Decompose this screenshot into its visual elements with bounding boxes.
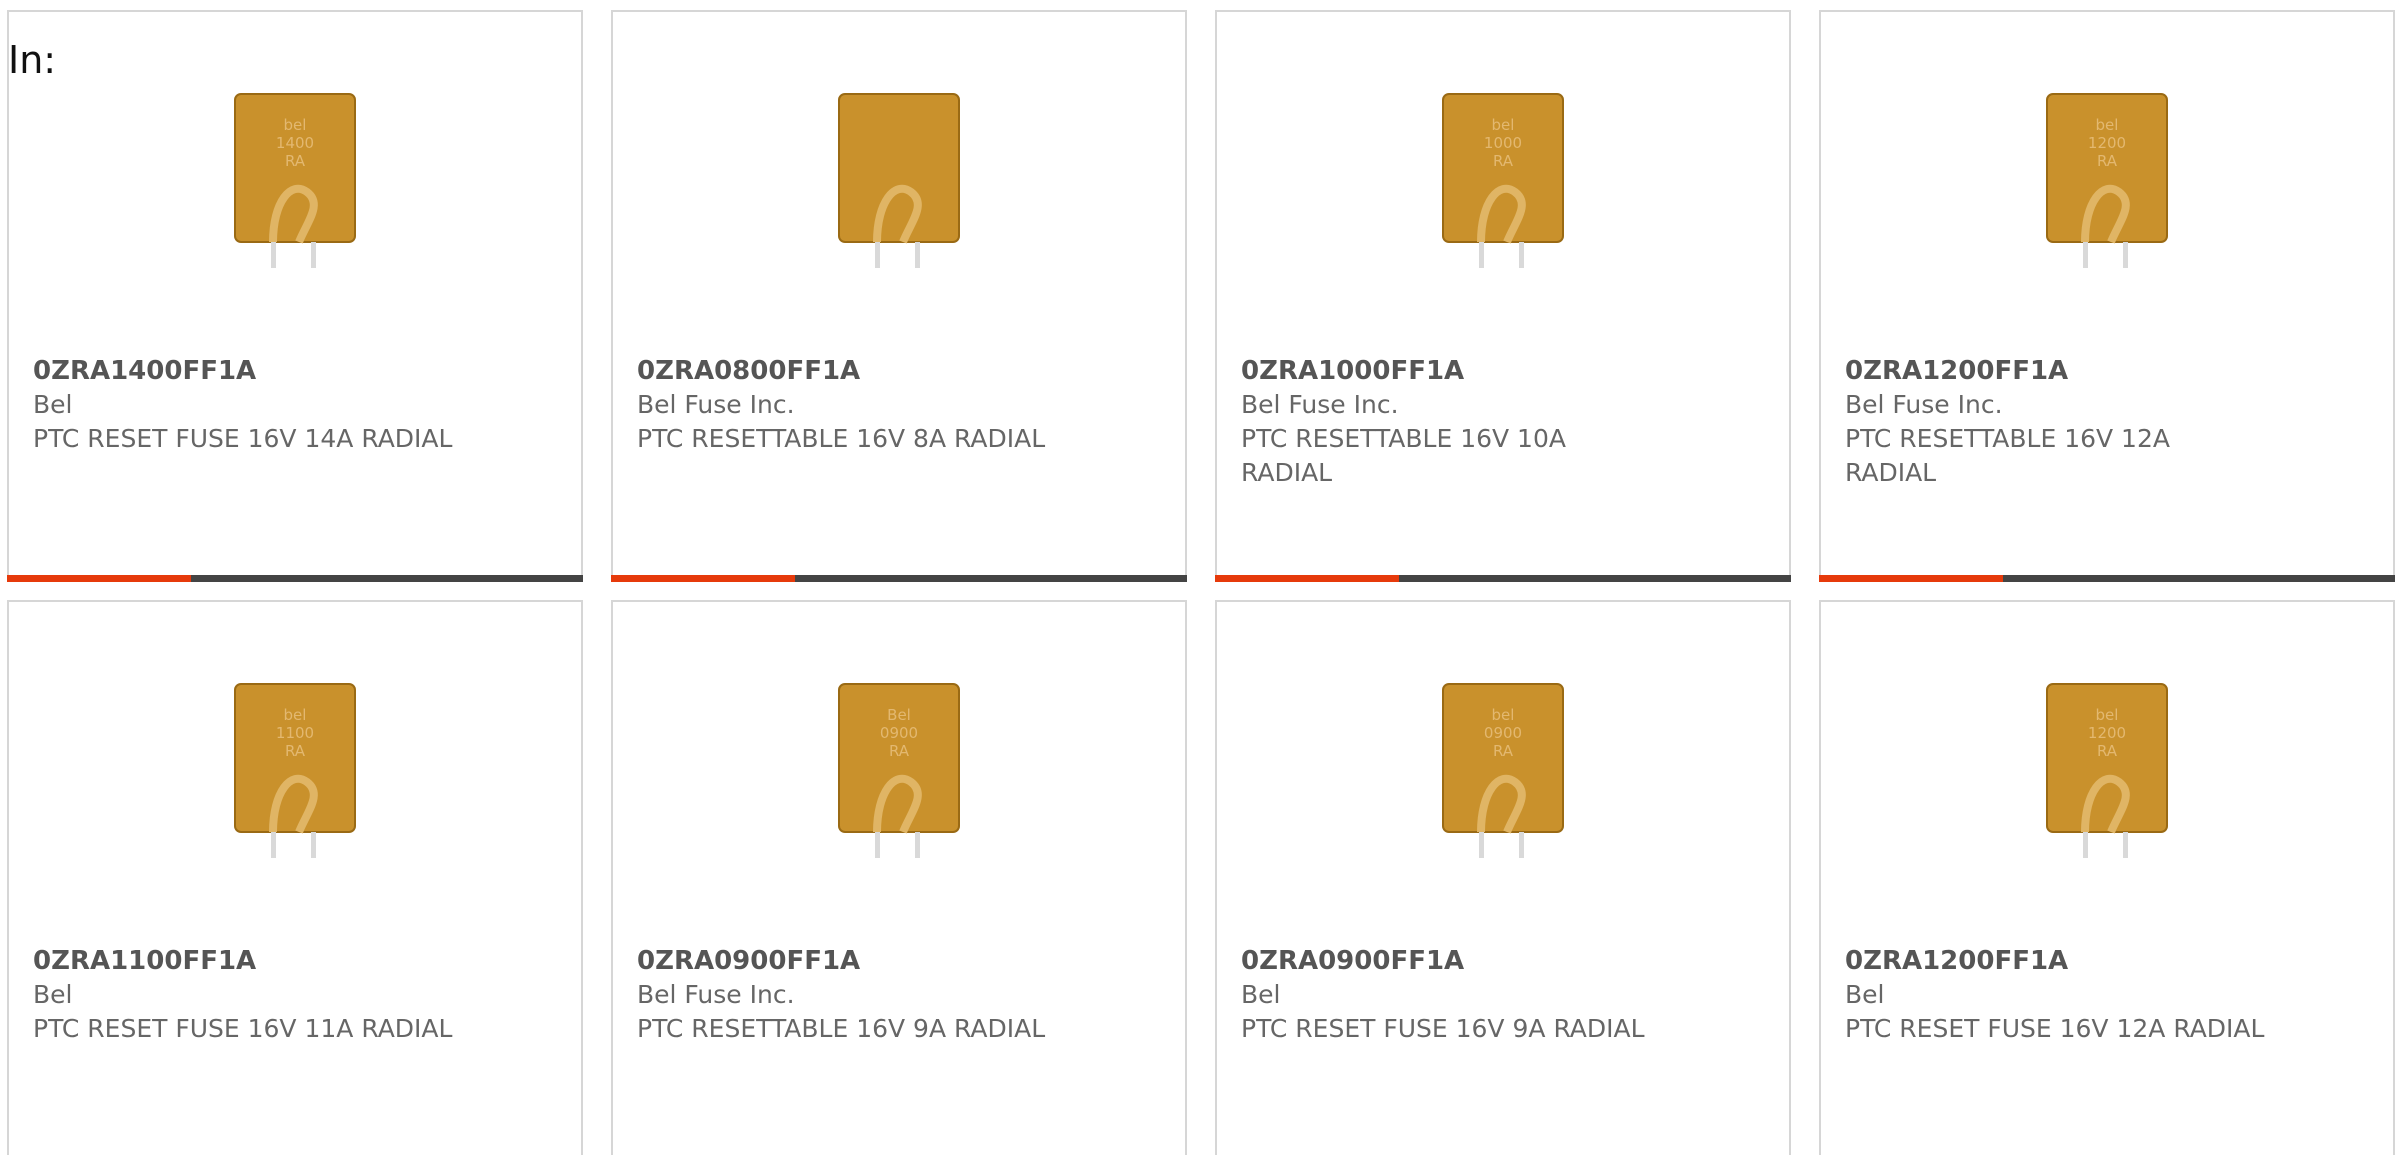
manufacturer: Bel <box>1241 980 1281 1009</box>
part-number-link[interactable]: 0ZRA1000FF1A <box>1241 354 1661 388</box>
svg-text:1200: 1200 <box>2088 724 2126 742</box>
svg-text:0900: 0900 <box>880 724 918 742</box>
description: PTC RESET FUSE 16V 11A RADIAL <box>33 1014 453 1043</box>
part-number-link[interactable]: 0ZRA0900FF1A <box>1241 944 1661 978</box>
manufacturer: Bel Fuse Inc. <box>637 980 795 1009</box>
svg-text:RA: RA <box>285 742 306 760</box>
svg-text:RA: RA <box>2097 152 2118 170</box>
fuse-drawing: bel1100RA <box>234 683 356 858</box>
description: PTC RESET FUSE 16V 9A RADIAL <box>1241 1014 1645 1043</box>
svg-text:RA: RA <box>285 152 306 170</box>
product-info: 0ZRA1100FF1A Bel PTC RESET FUSE 16V 11A … <box>33 944 453 1046</box>
description: PTC RESETTABLE 16V 8A RADIAL <box>637 424 1046 453</box>
svg-text:RA: RA <box>1493 152 1514 170</box>
product-grid-page: In: bel 1400 RA 0ZRA1400FF1A Bel PTC RESET… <box>0 0 2400 1155</box>
progress-bar <box>7 575 583 582</box>
ptc-fuse-image[interactable]: bel 1200 RA <box>2007 82 2207 282</box>
ptc-fuse-image[interactable]: bel 1400 RA <box>195 82 395 282</box>
product-card[interactable]: 0ZRA0800FF1A Bel Fuse Inc. PTC RESETTABL… <box>611 10 1187 582</box>
fuse-drawing: bel1200RA <box>2046 683 2168 858</box>
part-number-link[interactable]: 0ZRA1400FF1A <box>33 354 453 388</box>
svg-text:bel: bel <box>2096 706 2119 724</box>
description: PTC RESET FUSE 16V 12A RADIAL <box>1845 1014 2265 1043</box>
product-info: 0ZRA1200FF1A Bel PTC RESET FUSE 16V 12A … <box>1845 944 2265 1046</box>
progress-bar <box>611 575 1187 582</box>
product-card[interactable]: bel 1100 RA 0ZRA1100FF1A Bel PTC RESET FUS… <box>7 600 583 1155</box>
svg-text:1100: 1100 <box>276 724 314 742</box>
svg-text:bel: bel <box>1492 706 1515 724</box>
description: PTC RESET FUSE 16V 14A RADIAL <box>33 424 453 453</box>
progress-fill <box>7 575 192 582</box>
manufacturer: Bel Fuse Inc. <box>637 390 795 419</box>
ptc-fuse-image[interactable] <box>799 82 999 282</box>
product-info: 0ZRA0800FF1A Bel Fuse Inc. PTC RESETTABL… <box>637 354 1057 456</box>
product-info: 0ZRA1200FF1A Bel Fuse Inc. PTC RESETTABL… <box>1845 354 2265 490</box>
description: PTC RESETTABLE 16V 9A RADIAL <box>637 1014 1046 1043</box>
manufacturer: Bel <box>33 390 73 419</box>
progress-fill <box>611 575 796 582</box>
svg-text:0900: 0900 <box>1484 724 1522 742</box>
part-number-link[interactable]: 0ZRA1200FF1A <box>1845 944 2265 978</box>
product-card[interactable]: bel 1400 RA 0ZRA1400FF1A Bel PTC RESET FUS… <box>7 10 583 582</box>
progress-bar <box>1215 575 1791 582</box>
product-info: 0ZRA0900FF1A Bel PTC RESET FUSE 16V 9A R… <box>1241 944 1661 1046</box>
svg-text:bel: bel <box>284 116 307 134</box>
part-number-link[interactable]: 0ZRA1100FF1A <box>33 944 453 978</box>
fuse-drawing: Bel0900RA <box>838 683 960 858</box>
svg-text:Bel: Bel <box>887 706 911 724</box>
product-card[interactable]: bel 0900 RA 0ZRA0900FF1A Bel PTC RESET FUS… <box>1215 600 1791 1155</box>
manufacturer: Bel <box>33 980 73 1009</box>
progress-bar <box>1819 575 2395 582</box>
progress-fill <box>1215 575 1400 582</box>
ptc-fuse-image[interactable]: bel 0900 RA <box>1403 672 1603 872</box>
product-card[interactable]: bel 1000 RA 0ZRA1000FF1A Bel Fuse Inc. PTC… <box>1215 10 1791 582</box>
svg-text:RA: RA <box>2097 742 2118 760</box>
ptc-fuse-image[interactable]: bel 1100 RA <box>195 672 395 872</box>
svg-text:bel: bel <box>1492 116 1515 134</box>
part-number-link[interactable]: 0ZRA1200FF1A <box>1845 354 2265 388</box>
svg-text:RA: RA <box>1493 742 1514 760</box>
description: PTC RESETTABLE 16V 12A RADIAL <box>1845 424 2170 487</box>
in-label: In: <box>8 38 57 82</box>
part-number-link[interactable]: 0ZRA0800FF1A <box>637 354 1057 388</box>
svg-text:1400: 1400 <box>276 134 314 152</box>
fuse-drawing: bel1200RA <box>2046 93 2168 268</box>
ptc-fuse-image[interactable]: Bel 0900 RA <box>799 672 999 872</box>
svg-text:1000: 1000 <box>1484 134 1522 152</box>
product-card[interactable]: bel 1200 RA 0ZRA1200FF1A Bel PTC RESET FUS… <box>1819 600 2395 1155</box>
manufacturer: Bel <box>1845 980 1885 1009</box>
svg-text:1200: 1200 <box>2088 134 2126 152</box>
fuse-drawing <box>838 93 960 268</box>
manufacturer: Bel Fuse Inc. <box>1241 390 1399 419</box>
svg-text:RA: RA <box>889 742 910 760</box>
fuse-drawing: bel0900RA <box>1442 683 1564 858</box>
product-card[interactable]: Bel 0900 RA 0ZRA0900FF1A Bel Fuse Inc. PTC… <box>611 600 1187 1155</box>
svg-text:bel: bel <box>2096 116 2119 134</box>
product-info: 0ZRA0900FF1A Bel Fuse Inc. PTC RESETTABL… <box>637 944 1057 1046</box>
fuse-drawing: bel1400RA <box>234 93 356 268</box>
product-info: 0ZRA1400FF1A Bel PTC RESET FUSE 16V 14A … <box>33 354 453 456</box>
ptc-fuse-image[interactable]: bel 1200 RA <box>2007 672 2207 872</box>
fuse-drawing: bel1000RA <box>1442 93 1564 268</box>
ptc-fuse-image[interactable]: bel 1000 RA <box>1403 82 1603 282</box>
manufacturer: Bel Fuse Inc. <box>1845 390 2003 419</box>
svg-text:bel: bel <box>284 706 307 724</box>
part-number-link[interactable]: 0ZRA0900FF1A <box>637 944 1057 978</box>
product-info: 0ZRA1000FF1A Bel Fuse Inc. PTC RESETTABL… <box>1241 354 1661 490</box>
description: PTC RESETTABLE 16V 10A RADIAL <box>1241 424 1566 487</box>
progress-fill <box>1819 575 2004 582</box>
product-card[interactable]: bel 1200 RA 0ZRA1200FF1A Bel Fuse Inc. PTC… <box>1819 10 2395 582</box>
